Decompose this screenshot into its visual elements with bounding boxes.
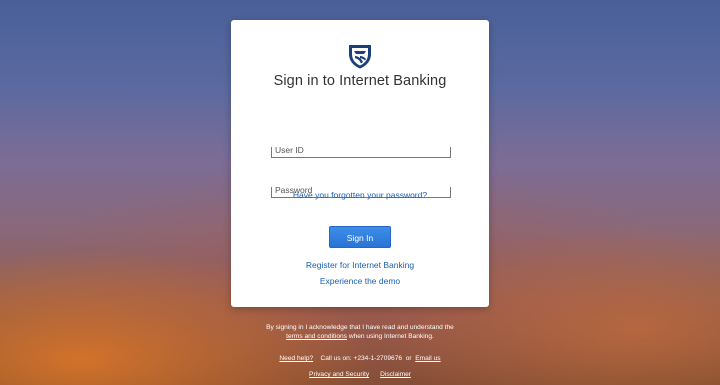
demo-link[interactable]: Experience the demo	[231, 276, 489, 286]
or-text: or	[405, 355, 412, 362]
shield-icon	[348, 43, 372, 69]
ack-line-1: By signing in I acknowledge that I have …	[266, 324, 454, 331]
login-card: Sign in to Internet Banking Have you for…	[231, 20, 489, 307]
register-link[interactable]: Register for Internet Banking	[231, 260, 489, 270]
user-id-field[interactable]	[271, 143, 451, 158]
need-help-link[interactable]: Need help?	[279, 355, 313, 362]
forgot-password-link[interactable]: Have you forgotten your password?	[231, 190, 489, 200]
acknowledgement-text: By signing in I acknowledge that I have …	[0, 323, 720, 341]
ack-line-2: terms and conditions when using Internet…	[0, 332, 720, 341]
page-title: Sign in to Internet Banking	[273, 73, 447, 89]
legal-row: Privacy and Security Disclaimer	[0, 370, 720, 379]
disclaimer-link[interactable]: Disclaimer	[380, 371, 411, 378]
email-us-link[interactable]: Email us	[415, 355, 440, 362]
privacy-link[interactable]: Privacy and Security	[309, 371, 369, 378]
sign-in-button[interactable]: Sign In	[329, 226, 391, 248]
help-row: Need help? Call us on: +234-1-2709676 or…	[0, 354, 720, 363]
ack-line-2-rest: when using Internet Banking.	[346, 333, 434, 340]
terms-link[interactable]: terms and conditions	[286, 333, 347, 340]
call-us-text: Call us on: +234-1-2709676	[320, 355, 403, 362]
user-id-input[interactable]	[275, 143, 445, 157]
